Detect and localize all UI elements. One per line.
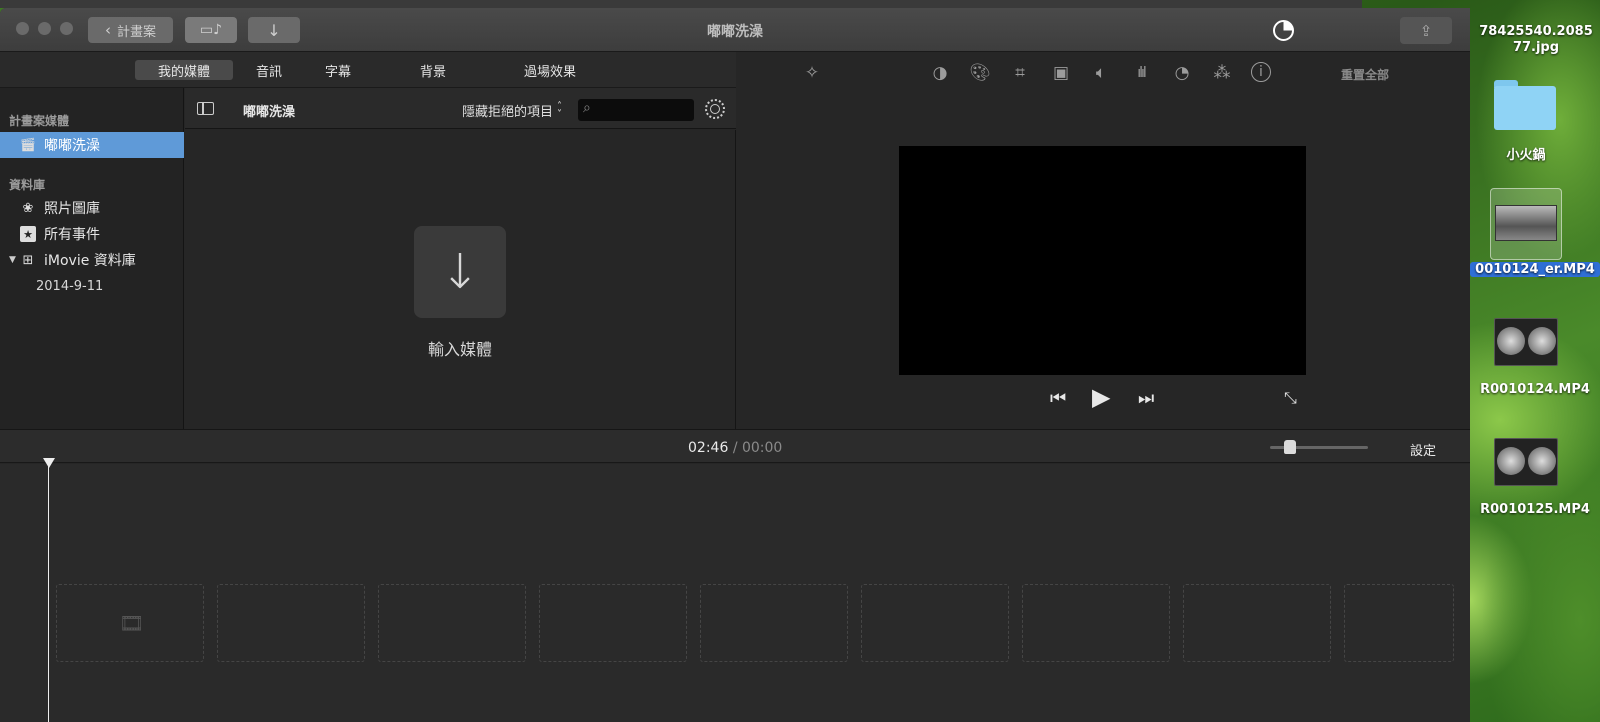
timeline-placeholder-slot: 🎞︎ <box>56 584 204 662</box>
share-button[interactable]: ⇪ <box>1400 17 1452 44</box>
equalizer-icon[interactable]: ılıl <box>1130 62 1152 84</box>
tab-label: 背景 <box>419 64 446 80</box>
tab-label: 音訊 <box>255 64 282 80</box>
timeline-placeholder-slot <box>700 584 848 662</box>
clapper-icon: 🎬︎ <box>19 137 37 153</box>
gear-icon[interactable] <box>705 99 725 119</box>
browser-title: 嘟嘟洗澡 <box>243 105 296 120</box>
color-correction-icon[interactable]: 🎨︎ <box>969 62 991 84</box>
updown-chevron-icon: ˄ ˅ <box>557 100 563 120</box>
imovie-window: ‹ 計畫案 ▭♪ ↓ 嘟嘟洗澡 ⇪ 我的媒體 音訊 字幕 背景 過場效果 計畫案… <box>0 8 1470 722</box>
timeline-header: 02:46 / 00:00 設定 <box>0 429 1470 463</box>
timeline-placeholder-slot <box>539 584 687 662</box>
desktop-video-thumb-1[interactable] <box>1494 318 1558 366</box>
content-tabs: 我的媒體 音訊 字幕 背景 過場效果 <box>0 52 736 88</box>
sidebar-item-label: 所有事件 <box>44 227 100 243</box>
viewer-screen[interactable] <box>899 146 1306 375</box>
filter-icon[interactable]: ⁂ <box>1211 62 1233 84</box>
search-icon: ⌕ <box>583 100 591 116</box>
tab-transitions[interactable]: 過場效果 <box>512 60 588 80</box>
share-icon: ⇪ <box>1419 21 1433 40</box>
tab-label: 過場效果 <box>523 64 576 80</box>
desktop-folder-label[interactable]: 小火鍋 <box>1486 144 1566 163</box>
next-clip-icon[interactable]: ⏭ <box>1138 388 1154 409</box>
timeline-placeholder-slot <box>1183 584 1331 662</box>
time-separator: / <box>732 440 738 456</box>
arrow-down-icon: ↓ <box>439 244 481 300</box>
tab-label: 我的媒體 <box>157 64 210 80</box>
tab-titles[interactable]: 字幕 <box>315 60 361 80</box>
total-time: 00:00 <box>741 440 783 456</box>
section-project-media: 計畫案媒體 <box>9 114 70 128</box>
desktop-video-thumb-2[interactable] <box>1494 438 1558 486</box>
section-libraries: 資料庫 <box>9 178 46 192</box>
fullscreen-icon[interactable]: ⤡ <box>1284 388 1297 408</box>
film-strip-icon: 🎞︎ <box>119 611 145 635</box>
timeline-placeholder-slot <box>1344 584 1454 662</box>
playhead[interactable] <box>48 466 49 722</box>
desktop-file-jpg[interactable]: 78425540.2085 77.jpg <box>1472 24 1600 56</box>
library-sidebar: 計畫案媒體 🎬︎ 嘟嘟洗澡 資料庫 ❀ 照片圖庫 ★ 所有事件 ▼ ⊞ iMov… <box>0 88 184 429</box>
magic-wand-icon[interactable]: ✧ <box>801 62 823 84</box>
sidebar-item-label: iMovie 資料庫 <box>44 253 136 269</box>
import-media-button[interactable]: ↓ <box>414 226 506 318</box>
window-title: 嘟嘟洗澡 <box>707 24 763 40</box>
search-input[interactable] <box>602 101 688 119</box>
tab-backgrounds[interactable]: 背景 <box>410 60 456 80</box>
browser-header: 嘟嘟洗澡 隱藏拒絕的項目 ˄ ˅ ⌕ <box>185 88 736 129</box>
timecode-display: 02:46 / 00:00 <box>688 440 782 456</box>
sidebar-item-label: 嘟嘟洗澡 <box>44 138 100 154</box>
window-top-edge <box>0 0 1362 8</box>
stabilization-icon[interactable]: ▣ <box>1050 62 1072 84</box>
sidebar-item-photos[interactable]: ❀ 照片圖庫 <box>0 195 184 221</box>
adjustment-toolbar: ✧ ◑ 🎨︎ ⌗ ▣ 🔈︎ ılıl ◔ ⁂ i 重置全部 <box>737 52 1470 92</box>
desktop-file-er-mp4[interactable]: 0010124_er.MP4 <box>1470 262 1600 277</box>
sidebar-item-event[interactable]: 2014-9-11 <box>0 273 184 299</box>
background-tasks-icon[interactable] <box>1273 20 1294 41</box>
timeline-placeholder-slot <box>861 584 1009 662</box>
speed-icon[interactable]: ◔ <box>1171 62 1193 84</box>
media-browser: ↓ 輸入媒體 <box>185 130 736 429</box>
reset-all-button[interactable]: 重置全部 <box>1341 66 1389 83</box>
sidebar-item-project[interactable]: 🎬︎ 嘟嘟洗澡 <box>0 132 184 158</box>
timeline-placeholder-slot <box>217 584 365 662</box>
zoom-slider-knob[interactable] <box>1284 440 1296 454</box>
folder-icon[interactable] <box>1494 80 1556 130</box>
desktop-video-thumb-selected[interactable] <box>1490 188 1562 260</box>
info-icon[interactable]: i <box>1251 62 1271 82</box>
current-time: 02:46 <box>688 440 729 456</box>
star-box-icon: ★ <box>20 226 36 242</box>
crop-icon[interactable]: ⌗ <box>1009 62 1031 84</box>
event-date-label: 2014-9-11 <box>36 278 104 294</box>
tab-my-media[interactable]: 我的媒體 <box>135 60 233 80</box>
grid-icon: ⊞ <box>22 252 34 268</box>
tab-audio[interactable]: 音訊 <box>246 60 292 80</box>
color-balance-icon[interactable]: ◑ <box>929 62 951 84</box>
sidebar-item-imovie-library[interactable]: ▼ ⊞ iMovie 資料庫 <box>0 247 184 273</box>
tab-label: 字幕 <box>324 64 351 80</box>
sidebar-toggle-icon[interactable] <box>197 102 214 115</box>
timeline-placeholder-slot <box>1022 584 1170 662</box>
sidebar-item-label: 照片圖庫 <box>44 201 100 217</box>
timeline-settings-button[interactable]: 設定 <box>1410 440 1436 459</box>
disclosure-triangle-icon[interactable]: ▼ <box>9 255 16 265</box>
desktop-file-r0010125[interactable]: R0010125.MP4 <box>1470 502 1600 517</box>
desktop-file-r0010124[interactable]: R0010124.MP4 <box>1470 382 1600 397</box>
filter-popup[interactable]: 隱藏拒絕的項目 ˄ ˅ <box>462 101 562 120</box>
search-field[interactable]: ⌕ <box>578 99 694 121</box>
title-bar: ‹ 計畫案 ▭♪ ↓ 嘟嘟洗澡 ⇪ <box>0 8 1470 52</box>
flower-icon: ❀ <box>22 200 34 216</box>
import-media-label: 輸入媒體 <box>427 340 492 359</box>
volume-icon[interactable]: 🔈︎ <box>1090 62 1112 84</box>
filter-label: 隱藏拒絕的項目 <box>462 105 554 120</box>
playhead-handle[interactable] <box>43 458 55 468</box>
play-icon[interactable]: ▶ <box>1092 383 1110 411</box>
sidebar-item-all-events[interactable]: ★ 所有事件 <box>0 221 184 247</box>
timeline-placeholder-slot <box>378 584 526 662</box>
previous-clip-icon[interactable]: ⏮ <box>1050 388 1066 409</box>
